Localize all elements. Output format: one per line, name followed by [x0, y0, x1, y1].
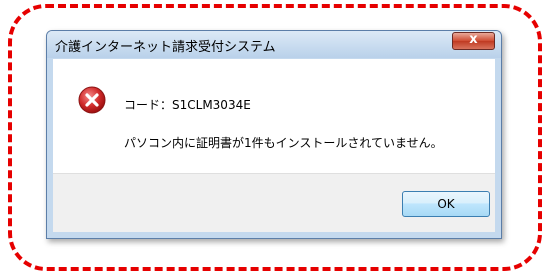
error-message: パソコン内に証明書が1件もインストールされていません。: [124, 136, 443, 150]
close-icon: x: [469, 32, 478, 47]
message-area: コード：S1CLM3034E パソコン内に証明書が1件もインストールされていませ…: [53, 59, 495, 173]
error-dialog: 介護インターネット請求受付システム x コード：S1CLM3034E パソコン内…: [46, 30, 502, 239]
screenshot-stage: 介護インターネット請求受付システム x コード：S1CLM3034E パソコン内…: [0, 0, 553, 278]
title-bar[interactable]: 介護インターネット請求受付システム x: [47, 31, 501, 58]
close-button[interactable]: x: [452, 32, 495, 50]
ok-button[interactable]: OK: [402, 191, 490, 217]
error-code: コード：S1CLM3034E: [124, 98, 251, 112]
dialog-title: 介護インターネット請求受付システム: [55, 40, 276, 55]
button-bar: OK: [53, 173, 495, 232]
error-icon: [78, 86, 106, 114]
